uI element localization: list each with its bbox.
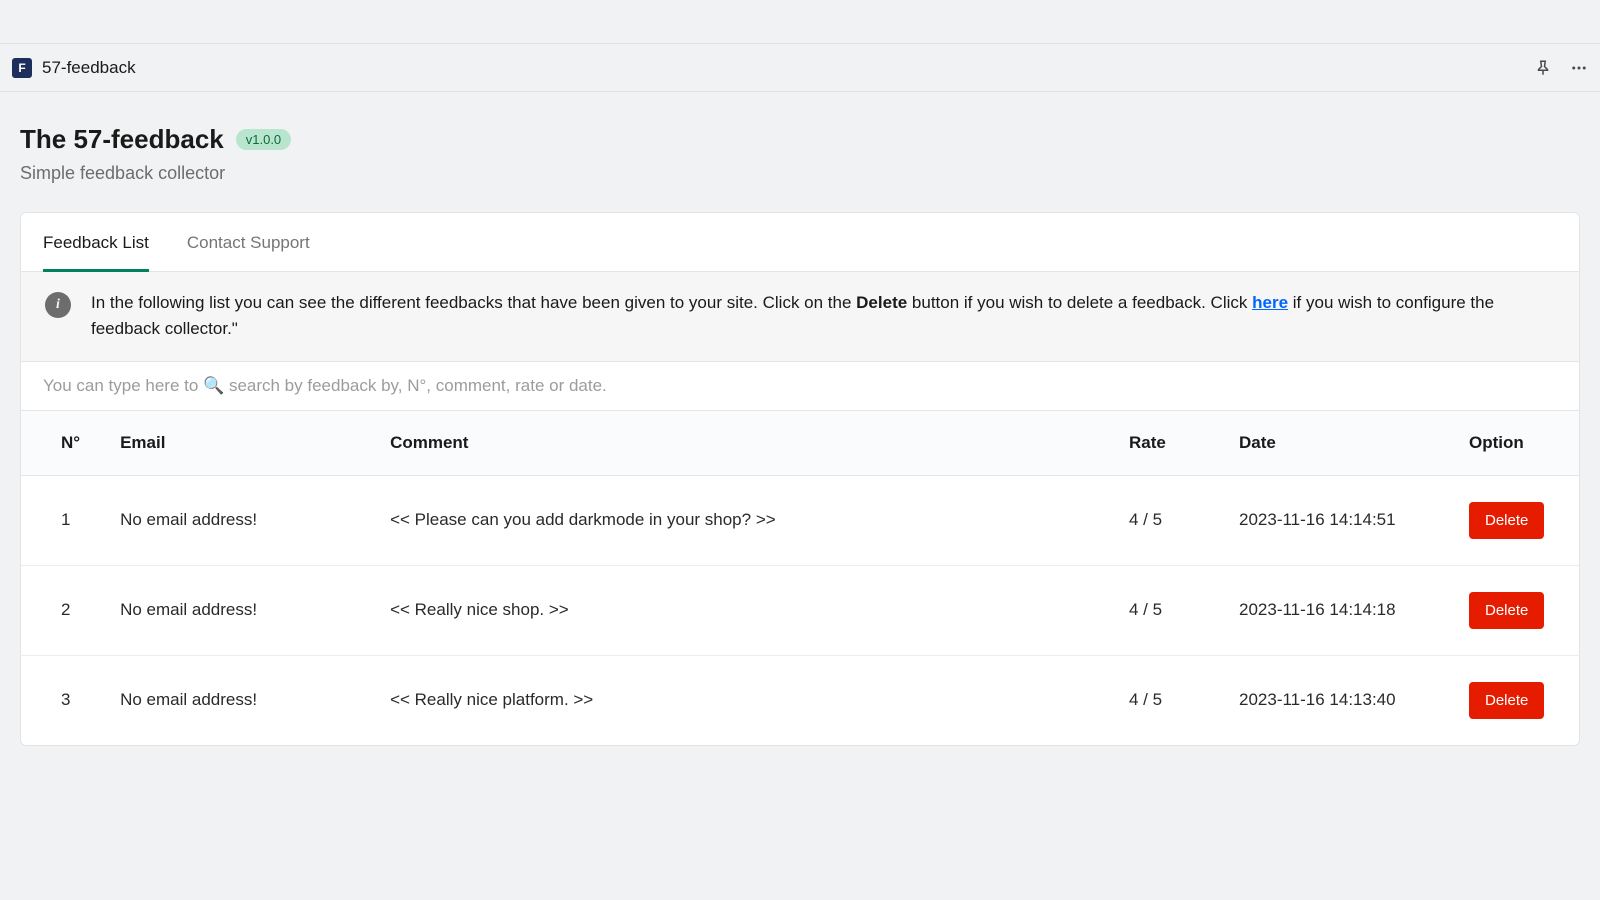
pin-icon[interactable] [1534, 59, 1552, 77]
delete-button[interactable]: Delete [1469, 592, 1544, 629]
cell-n: 2 [21, 565, 100, 655]
col-rate: Rate [1109, 410, 1219, 475]
page-subtitle: Simple feedback collector [20, 163, 1580, 184]
info-banner: i In the following list you can see the … [21, 272, 1579, 362]
cell-rate: 4 / 5 [1109, 655, 1219, 745]
cell-comment: << Please can you add darkmode in your s… [370, 475, 1109, 565]
feedback-table: N° Email Comment Rate Date Option 1No em… [21, 410, 1579, 745]
cell-option: Delete [1449, 565, 1579, 655]
version-badge: v1.0.0 [236, 129, 291, 150]
more-icon[interactable] [1570, 59, 1588, 77]
cell-comment: << Really nice platform. >> [370, 655, 1109, 745]
tab-feedback-list[interactable]: Feedback List [43, 213, 149, 272]
cell-date: 2023-11-16 14:13:40 [1219, 655, 1449, 745]
col-comment: Comment [370, 410, 1109, 475]
table-row: 1No email address!<< Please can you add … [21, 475, 1579, 565]
cell-email: No email address! [100, 655, 370, 745]
app-title: 57-feedback [42, 58, 136, 78]
table-row: 3No email address!<< Really nice platfor… [21, 655, 1579, 745]
info-icon: i [45, 292, 71, 318]
page-title: The 57-feedback [20, 124, 224, 155]
titlebar: F 57-feedback [0, 44, 1600, 92]
banner-pre: In the following list you can see the di… [91, 293, 856, 312]
cell-comment: << Really nice shop. >> [370, 565, 1109, 655]
col-n: N° [21, 410, 100, 475]
col-date: Date [1219, 410, 1449, 475]
banner-mid: button if you wish to delete a feedback.… [907, 293, 1252, 312]
cell-email: No email address! [100, 565, 370, 655]
col-email: Email [100, 410, 370, 475]
main-card: Feedback List Contact Support i In the f… [20, 212, 1580, 746]
table-header-row: N° Email Comment Rate Date Option [21, 410, 1579, 475]
top-spacer [0, 0, 1600, 44]
cell-date: 2023-11-16 14:14:51 [1219, 475, 1449, 565]
banner-link-here[interactable]: here [1252, 293, 1288, 312]
page-header: The 57-feedback v1.0.0 Simple feedback c… [20, 112, 1580, 212]
search-input[interactable] [43, 376, 1557, 396]
cell-n: 3 [21, 655, 100, 745]
tab-contact-support[interactable]: Contact Support [187, 213, 310, 272]
delete-button[interactable]: Delete [1469, 502, 1544, 539]
delete-button[interactable]: Delete [1469, 682, 1544, 719]
col-option: Option [1449, 410, 1579, 475]
cell-rate: 4 / 5 [1109, 565, 1219, 655]
info-text: In the following list you can see the di… [91, 290, 1555, 343]
cell-date: 2023-11-16 14:14:18 [1219, 565, 1449, 655]
cell-option: Delete [1449, 655, 1579, 745]
cell-email: No email address! [100, 475, 370, 565]
banner-bold: Delete [856, 293, 907, 312]
cell-rate: 4 / 5 [1109, 475, 1219, 565]
table-row: 2No email address!<< Really nice shop. >… [21, 565, 1579, 655]
cell-n: 1 [21, 475, 100, 565]
tabs: Feedback List Contact Support [21, 213, 1579, 272]
app-badge-icon: F [12, 58, 32, 78]
cell-option: Delete [1449, 475, 1579, 565]
search-row [21, 362, 1579, 410]
